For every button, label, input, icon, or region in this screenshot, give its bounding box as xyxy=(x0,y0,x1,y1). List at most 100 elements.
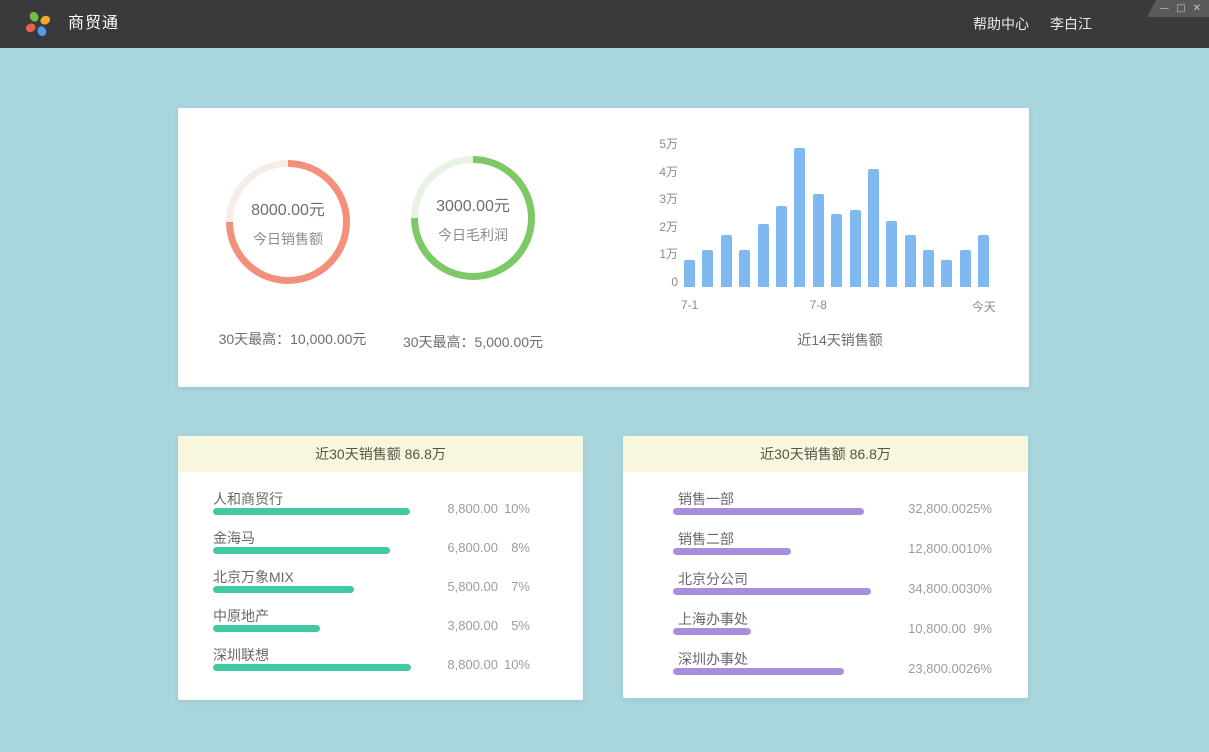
item-bar xyxy=(673,588,871,595)
list-item: 北京万象MIX 5,800.007% xyxy=(178,567,583,606)
item-bar xyxy=(213,586,354,593)
sales-day-bar xyxy=(831,214,842,287)
today-profit-donut-center: 3000.00元 今日毛利润 xyxy=(418,163,528,273)
item-amount: 10,800.00 xyxy=(876,621,966,636)
item-amount: 3,800.00 xyxy=(408,618,498,633)
x-axis-tick: 今天 xyxy=(944,298,1024,315)
list-item: 深圳办事处23,800.0026% xyxy=(623,649,1028,689)
username-link[interactable]: 李白江 xyxy=(1050,0,1092,48)
item-label: 销售二部 xyxy=(678,529,734,549)
list-item: 深圳联想 8,800.0010% xyxy=(178,645,583,684)
item-percent: 5% xyxy=(496,618,530,633)
item-amount: 8,800.00 xyxy=(408,501,498,516)
item-label: 北京万象MIX xyxy=(213,567,294,587)
sales-day-bar xyxy=(923,250,934,287)
app-logo-pinwheel-icon xyxy=(24,10,52,38)
overview-card: 8000.00元 今日销售额 30天最高：10,000.00元 3000.00元… xyxy=(178,108,1029,387)
item-bar xyxy=(213,547,390,554)
sales-14d-chart: 5万4万3万2万1万0 近14天销售额 7-17-8今天 xyxy=(638,144,1028,356)
list-item: 中原地产 3,800.005% xyxy=(178,606,583,645)
customers-panel: 近30天销售额 86.8万 人和商贸行8,800.0010%金海马6,800.0… xyxy=(178,436,583,700)
item-label: 销售一部 xyxy=(678,489,734,509)
item-bar xyxy=(673,548,791,555)
sales-day-bar xyxy=(702,250,713,287)
item-label: 上海办事处 xyxy=(678,609,748,629)
sales-day-bar xyxy=(960,250,971,287)
item-bar xyxy=(673,508,864,515)
departments-panel-title: 近30天销售额 86.8万 xyxy=(623,436,1028,472)
item-amount: 34,800.00 xyxy=(876,581,966,596)
window-controls: — □ ✕ xyxy=(1147,0,1209,17)
sales-14d-bars xyxy=(684,144,996,287)
item-bar xyxy=(213,664,411,671)
close-icon[interactable]: ✕ xyxy=(1193,4,1201,14)
today-sales-caption: 今日销售额 xyxy=(253,229,323,249)
today-sales-value: 8000.00元 xyxy=(251,196,325,220)
customers-panel-title: 近30天销售额 86.8万 xyxy=(178,436,583,472)
y-axis-tick: 3万 xyxy=(638,192,678,206)
sales-day-bar xyxy=(850,210,861,287)
item-amount: 12,800.00 xyxy=(876,541,966,556)
item-label: 深圳联想 xyxy=(213,645,269,665)
list-item: 销售二部 12,800.0010% xyxy=(623,529,1028,569)
y-axis-tick: 4万 xyxy=(638,165,678,179)
item-percent: 25% xyxy=(958,501,992,516)
sales-day-bar xyxy=(978,235,989,287)
x-axis-tick: 7-8 xyxy=(778,298,858,312)
sales-day-bar xyxy=(941,260,952,288)
today-profit-caption: 今日毛利润 xyxy=(438,225,508,245)
today-profit-value: 3000.00元 xyxy=(436,192,510,216)
departments-panel: 近30天销售额 86.8万 销售一部 32,800.0025% 销售二部 12,800… xyxy=(623,436,1028,698)
item-bar xyxy=(673,628,751,635)
item-percent: 30% xyxy=(958,581,992,596)
item-label: 人和商贸行 xyxy=(213,489,283,509)
item-label: 北京分公司 xyxy=(678,569,748,589)
sales-day-bar xyxy=(868,169,879,287)
item-percent: 7% xyxy=(496,579,530,594)
y-axis-tick: 5万 xyxy=(638,137,678,151)
list-item: 上海办事处 10,800.009% xyxy=(623,609,1028,649)
item-amount: 23,800.00 xyxy=(876,661,966,676)
item-label: 中原地产 xyxy=(213,606,269,626)
help-center-link[interactable]: 帮助中心 xyxy=(973,0,1029,48)
departments-panel-body: 销售一部 32,800.0025% 销售二部 12,800.0010% 北京分公司 34,… xyxy=(623,472,1028,689)
maximize-icon[interactable]: □ xyxy=(1176,4,1185,14)
item-amount: 5,800.00 xyxy=(408,579,498,594)
today-sales-donut-center: 8000.00元 今日销售额 xyxy=(233,167,343,277)
item-bar xyxy=(213,508,410,515)
sales-day-bar xyxy=(813,194,824,288)
item-percent: 10% xyxy=(958,541,992,556)
minimize-icon[interactable]: — xyxy=(1159,4,1169,14)
sales-day-bar xyxy=(758,224,769,287)
y-axis-tick: 1万 xyxy=(638,247,678,261)
y-axis-tick: 2万 xyxy=(638,220,678,234)
item-amount: 8,800.00 xyxy=(408,657,498,672)
sales-day-bar xyxy=(739,250,750,287)
item-bar xyxy=(213,625,320,632)
today-profit-donut: 3000.00元 今日毛利润 xyxy=(411,156,535,280)
item-amount: 6,800.00 xyxy=(408,540,498,555)
y-axis-tick: 0 xyxy=(638,275,678,289)
today-sales-donut: 8000.00元 今日销售额 xyxy=(226,160,350,284)
item-amount: 32,800.00 xyxy=(876,501,966,516)
list-item: 销售一部 32,800.0025% xyxy=(623,489,1028,529)
sales-14d-yaxis: 5万4万3万2万1万0 xyxy=(638,144,678,294)
item-percent: 10% xyxy=(496,501,530,516)
item-label: 深圳办事处 xyxy=(678,649,748,669)
item-percent: 10% xyxy=(496,657,530,672)
list-item: 北京分公司 34,800.0030% xyxy=(623,569,1028,609)
item-percent: 8% xyxy=(496,540,530,555)
sales-day-bar xyxy=(684,260,695,288)
sales-day-bar xyxy=(905,235,916,287)
sales-day-bar xyxy=(721,235,732,287)
profit-30d-max-label: 30天最高：5,000.00元 xyxy=(358,332,588,352)
x-axis-tick: 7-1 xyxy=(650,298,730,312)
list-item: 人和商贸行 8,800.0010% xyxy=(178,489,583,528)
list-item: 金海马 6,800.008% xyxy=(178,528,583,567)
item-bar xyxy=(673,668,844,675)
app-window: 商贸通 帮助中心 李白江 — □ ✕ 8000.00元 今日销售额 30天最高：… xyxy=(0,0,1209,752)
item-label: 金海马 xyxy=(213,528,255,548)
customers-panel-body: 人和商贸行8,800.0010%金海马6,800.008%北京万象MIX5,80… xyxy=(178,472,583,684)
sales-day-bar xyxy=(794,148,805,287)
item-percent: 9% xyxy=(958,621,992,636)
